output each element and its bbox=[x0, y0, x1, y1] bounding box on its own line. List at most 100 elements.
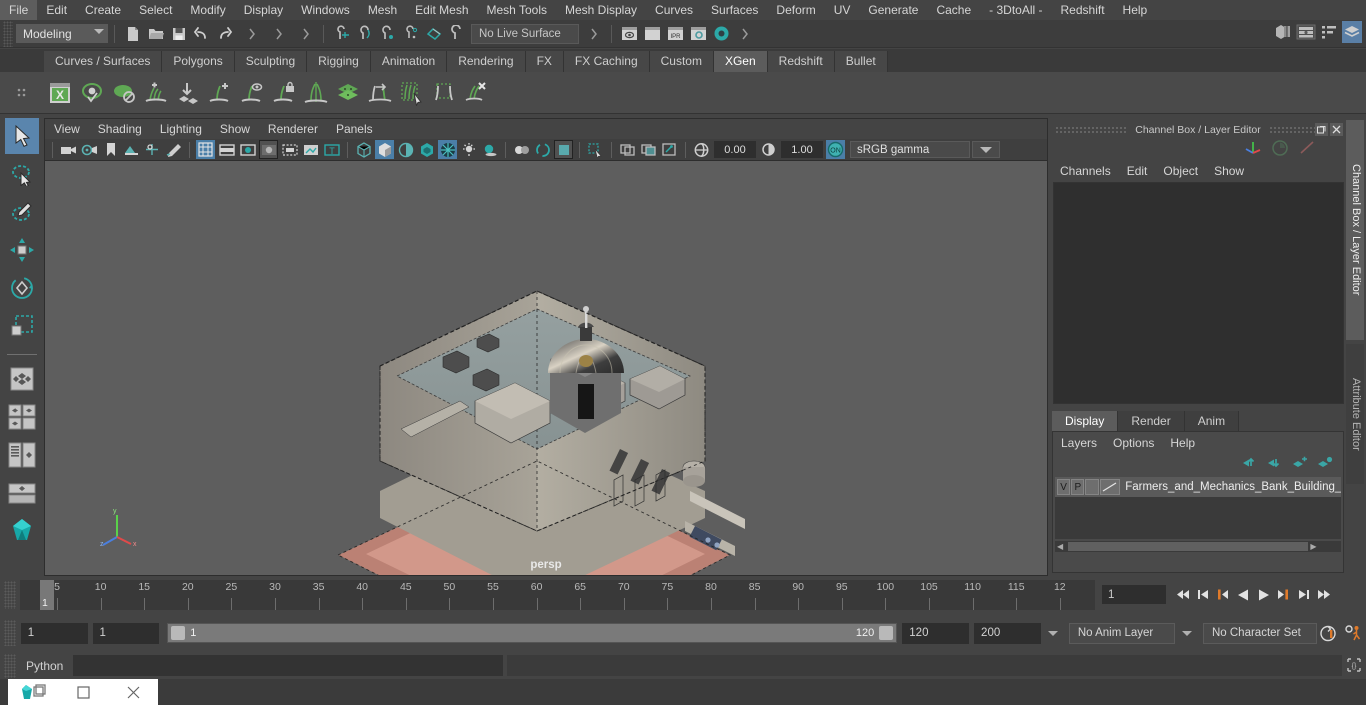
anim-layer-selector[interactable]: No Anim Layer bbox=[1068, 622, 1175, 644]
layer-playback-toggle[interactable]: P bbox=[1071, 479, 1085, 495]
smooth-shade-all-icon[interactable] bbox=[375, 140, 394, 159]
channel-menu-channels[interactable]: Channels bbox=[1052, 164, 1119, 178]
go-to-start-icon[interactable] bbox=[1174, 584, 1192, 606]
anim-layer-icon[interactable] bbox=[1271, 139, 1289, 159]
move-tool-icon[interactable] bbox=[5, 232, 39, 268]
status-line-grip[interactable] bbox=[3, 20, 13, 47]
xgen-place-guide-icon[interactable] bbox=[172, 76, 204, 110]
side-tab-channel-box[interactable]: Channel Box / Layer Editor bbox=[1346, 120, 1364, 340]
select-by-component-icon[interactable] bbox=[295, 23, 316, 44]
step-forward-frame-icon[interactable] bbox=[1294, 584, 1312, 606]
undock-icon[interactable] bbox=[1315, 123, 1328, 136]
maya-app-icon[interactable] bbox=[8, 679, 58, 705]
animation-end-field[interactable]: 200 bbox=[974, 622, 1041, 644]
time-slider-grip[interactable] bbox=[4, 580, 16, 609]
command-language-label[interactable]: Python bbox=[16, 659, 73, 673]
channel-menu-edit[interactable]: Edit bbox=[1119, 164, 1156, 178]
rotate-tool-icon[interactable] bbox=[5, 270, 39, 306]
xgen-layers-icon[interactable] bbox=[332, 76, 364, 110]
xgen-preview-off-icon[interactable] bbox=[108, 76, 140, 110]
last-tool-icon[interactable] bbox=[5, 361, 39, 397]
color-management-toggle-icon[interactable]: ON bbox=[826, 140, 845, 159]
range-slider-grip[interactable] bbox=[4, 620, 16, 646]
move-layer-up-icon[interactable] bbox=[1242, 456, 1258, 472]
layer-menu-options[interactable]: Options bbox=[1105, 436, 1162, 450]
undo-icon[interactable] bbox=[191, 23, 212, 44]
select-by-hierarchy-arrow-icon[interactable] bbox=[583, 23, 604, 44]
xgen-preview-icon[interactable] bbox=[76, 76, 108, 110]
menu-item-cache[interactable]: Cache bbox=[927, 0, 980, 20]
use-all-lights-icon[interactable] bbox=[459, 140, 478, 159]
range-end-field[interactable]: 120 bbox=[902, 622, 970, 644]
viewport-canvas[interactable]: persp y z x bbox=[45, 161, 1047, 575]
field-chart-icon[interactable] bbox=[280, 140, 299, 159]
ipr-render-icon[interactable]: IPR bbox=[665, 23, 686, 44]
channel-menu-show[interactable]: Show bbox=[1206, 164, 1252, 178]
layer-list-horizontal-scrollbar[interactable]: ◀ ▶ bbox=[1055, 541, 1341, 552]
layer-visibility-toggle[interactable]: V bbox=[1057, 479, 1071, 495]
menu-item-uv[interactable]: UV bbox=[825, 0, 860, 20]
shadows-icon[interactable] bbox=[480, 140, 499, 159]
color-space-dropdown-arrow[interactable] bbox=[972, 141, 1000, 158]
shelf-tab-polygons[interactable]: Polygons bbox=[162, 51, 235, 72]
shelf-grip[interactable] bbox=[0, 72, 44, 114]
shelf-tab-sculpting[interactable]: Sculpting bbox=[234, 51, 308, 72]
grease-pencil-icon[interactable] bbox=[164, 140, 183, 159]
new-scene-icon[interactable] bbox=[122, 23, 143, 44]
auto-keyframe-icon[interactable] bbox=[1317, 624, 1341, 643]
snap-to-view-plane-icon[interactable] bbox=[423, 23, 444, 44]
save-scene-icon[interactable] bbox=[168, 23, 189, 44]
channel-box-icon[interactable] bbox=[1244, 139, 1262, 159]
animation-preferences-icon[interactable] bbox=[1341, 624, 1366, 643]
resolution-gate-icon[interactable] bbox=[238, 140, 257, 159]
redo-icon[interactable] bbox=[214, 23, 235, 44]
animation-start-field[interactable]: 1 bbox=[20, 622, 88, 644]
multisample-icon[interactable] bbox=[554, 140, 573, 159]
step-forward-key-icon[interactable] bbox=[1274, 584, 1292, 606]
gamma-icon[interactable] bbox=[759, 140, 778, 159]
xgen-lock-guide-icon[interactable] bbox=[268, 76, 300, 110]
display-layer-list[interactable]: V P Farmers_and_Mechanics_Bank_Building_… bbox=[1055, 477, 1341, 539]
menu-set-selector[interactable]: Modeling bbox=[16, 24, 108, 43]
camera-attributes-icon[interactable] bbox=[80, 140, 99, 159]
gamma-value[interactable]: 1.00 bbox=[781, 141, 823, 158]
shelf-tab-redshift[interactable]: Redshift bbox=[767, 51, 835, 72]
grid-toggle-icon[interactable] bbox=[196, 140, 215, 159]
menu-item-edit[interactable]: Edit bbox=[37, 0, 76, 20]
current-frame-field[interactable]: 1 bbox=[1102, 585, 1166, 604]
bookmark-icon[interactable] bbox=[101, 140, 120, 159]
exposure-icon[interactable] bbox=[692, 140, 711, 159]
command-line-grip[interactable] bbox=[4, 653, 16, 678]
render-sequence-icon[interactable] bbox=[642, 23, 663, 44]
xgen-convert-icon[interactable] bbox=[364, 76, 396, 110]
channel-menu-object[interactable]: Object bbox=[1155, 164, 1206, 178]
isolate-select-icon[interactable] bbox=[586, 140, 605, 159]
range-slider-track[interactable]: 1 120 bbox=[167, 623, 898, 643]
layer-tab-render[interactable]: Render bbox=[1118, 411, 1185, 431]
paint-select-tool-icon[interactable] bbox=[5, 194, 39, 230]
layer-menu-help[interactable]: Help bbox=[1162, 436, 1203, 450]
color-space-selector[interactable]: sRGB gamma bbox=[850, 141, 970, 158]
xray-icon[interactable] bbox=[618, 140, 637, 159]
xgen-show-guide-icon[interactable] bbox=[236, 76, 268, 110]
show-hide-modeling-toolkit-icon[interactable] bbox=[1273, 21, 1293, 43]
ambient-occlusion-icon[interactable] bbox=[512, 140, 531, 159]
safe-title-icon[interactable]: T bbox=[322, 140, 341, 159]
four-view-layout-icon[interactable] bbox=[5, 437, 39, 473]
snap-to-projected-center-icon[interactable] bbox=[400, 23, 421, 44]
select-arrow-icon[interactable] bbox=[734, 23, 755, 44]
menu-item-curves[interactable]: Curves bbox=[646, 0, 702, 20]
character-set-selector[interactable]: No Character Set bbox=[1202, 622, 1317, 644]
close-icon[interactable] bbox=[108, 679, 158, 705]
menu-item-redshift[interactable]: Redshift bbox=[1052, 0, 1114, 20]
step-back-key-icon[interactable] bbox=[1214, 584, 1232, 606]
shelf-tab-curves-surfaces[interactable]: Curves / Surfaces bbox=[44, 51, 163, 72]
go-to-end-icon[interactable] bbox=[1314, 584, 1332, 606]
layer-menu-layers[interactable]: Layers bbox=[1053, 436, 1105, 450]
create-layer-from-selected-icon[interactable] bbox=[1317, 456, 1333, 472]
menu-item-display[interactable]: Display bbox=[235, 0, 292, 20]
menu-item-3dtoall[interactable]: - 3DtoAll - bbox=[980, 0, 1051, 20]
image-plane-icon[interactable] bbox=[122, 140, 141, 159]
xgen-mirror-guide-icon[interactable] bbox=[300, 76, 332, 110]
command-input[interactable] bbox=[73, 655, 504, 676]
